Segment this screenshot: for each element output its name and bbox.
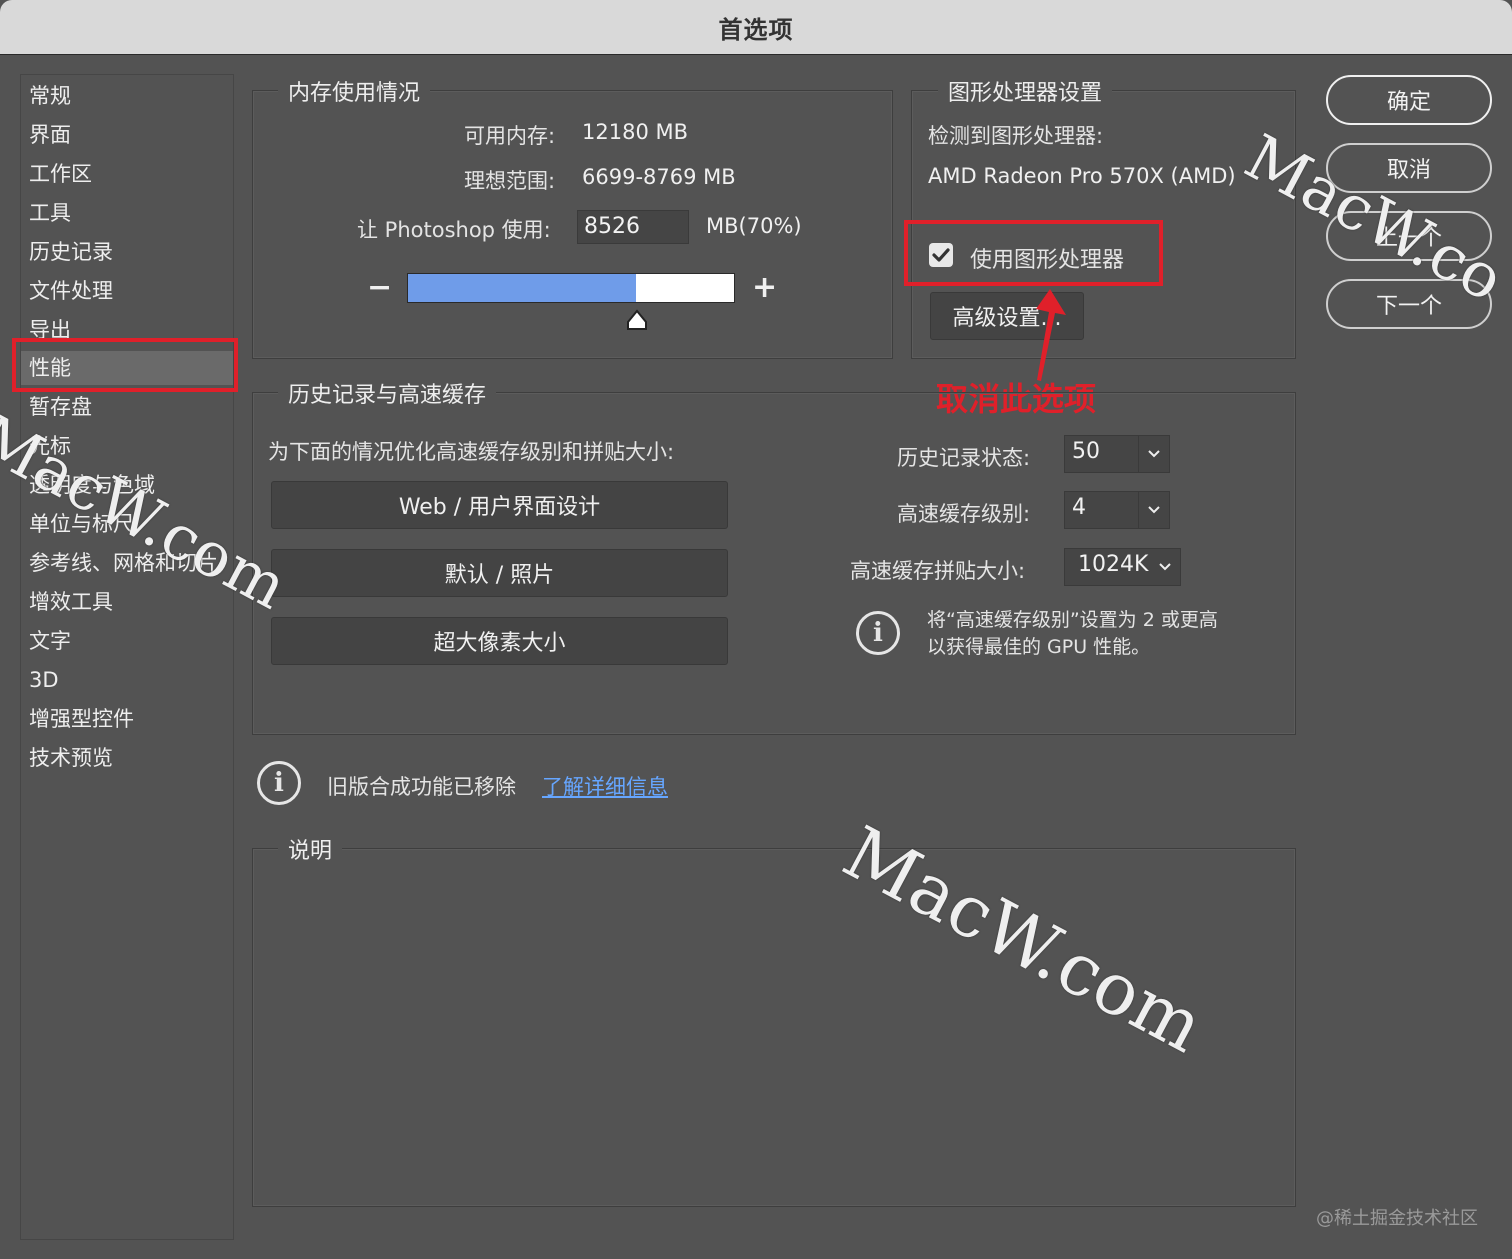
cache-tile-size-select[interactable]: 1024K [1064, 548, 1181, 586]
sidebar-item-plugins[interactable]: 增效工具 [29, 585, 113, 619]
chevron-down-icon [1138, 492, 1169, 528]
sidebar-item-enhanced-controls[interactable]: 增强型控件 [29, 702, 134, 736]
highlight-box-use-gpu [904, 220, 1163, 286]
ideal-range-label: 理想范围: [464, 169, 556, 193]
decrease-memory-button[interactable]: − [367, 270, 392, 305]
sidebar-item-scratch-disks[interactable]: 暂存盘 [29, 390, 92, 424]
gpu-tip-line1: 将“高速缓存级别”设置为 2 或更高 [927, 609, 1218, 631]
sidebar-item-history[interactable]: 历史记录 [29, 235, 113, 269]
sidebar-item-type[interactable]: 文字 [29, 624, 71, 658]
sidebar-item-cursors[interactable]: 光标 [29, 429, 71, 463]
preset-web-ui-button[interactable]: Web / 用户界面设计 [271, 481, 728, 529]
window-title: 首选项 [718, 15, 794, 44]
next-button[interactable]: 下一个 [1326, 279, 1492, 329]
history-states-select[interactable]: 50 [1064, 435, 1170, 473]
sidebar-item-tools[interactable]: 工具 [29, 196, 71, 230]
ideal-range-value: 6699-8769 MB [582, 165, 736, 189]
preset-huge-pixel-button[interactable]: 超大像素大小 [271, 617, 728, 665]
cache-levels-value: 4 [1072, 495, 1086, 520]
preset-default-photo-button[interactable]: 默认 / 照片 [271, 549, 728, 597]
gpu-tip-line2: 以获得最佳的 GPU 性能。 [927, 636, 1151, 658]
memory-amount-input[interactable]: 8526 [577, 210, 689, 244]
memory-usage-title: 内存使用情况 [278, 75, 431, 107]
ok-button[interactable]: 确定 [1326, 75, 1492, 125]
sidebar-item-3d[interactable]: 3D [29, 663, 59, 697]
triangle-thumb-icon[interactable] [626, 309, 648, 331]
info-icon: i [257, 761, 301, 805]
available-memory-value: 12180 MB [582, 120, 689, 144]
sidebar-item-transparency[interactable]: 透明度与色域 [29, 468, 155, 502]
cache-levels-select[interactable]: 4 [1064, 491, 1170, 529]
legacy-removed-text: 旧版合成功能已移除 [327, 775, 516, 799]
gpu-settings-title: 图形处理器设置 [938, 75, 1113, 107]
cancel-button[interactable]: 取消 [1326, 143, 1492, 193]
sidebar-item-interface[interactable]: 界面 [29, 118, 71, 152]
highlight-box-performance [12, 338, 238, 392]
sidebar-item-guides[interactable]: 参考线、网格和切片 [29, 546, 218, 580]
history-cache-title: 历史记录与高速缓存 [278, 377, 497, 409]
available-memory-label: 可用内存: [464, 124, 556, 148]
increase-memory-button[interactable]: + [752, 270, 777, 305]
chevron-down-icon [1138, 436, 1169, 472]
annotation-arrow-icon [1036, 289, 1066, 381]
photoshop-use-label: 让 Photoshop 使用: [357, 218, 551, 242]
memory-slider[interactable] [407, 273, 735, 303]
cache-tile-size-label: 高速缓存拼贴大小: [850, 559, 1026, 583]
history-states-label: 历史记录状态: [897, 446, 1031, 470]
memory-slider-fill [408, 274, 637, 302]
sidebar-item-units[interactable]: 单位与标尺 [29, 507, 134, 541]
sidebar: 常规 界面 工作区 工具 历史记录 文件处理 导出 性能 暂存盘 光标 透明度与… [20, 74, 234, 1240]
chevron-down-icon [1150, 549, 1180, 585]
cache-tile-size-value: 1024K [1078, 552, 1149, 577]
gpu-detected-label: 检测到图形处理器: [928, 124, 1104, 148]
memory-unit-label: MB(70%) [706, 214, 802, 238]
sidebar-item-workspace[interactable]: 工作区 [29, 157, 92, 191]
description-title: 说明 [278, 833, 343, 865]
sidebar-item-tech-previews[interactable]: 技术预览 [29, 741, 113, 775]
cache-levels-label: 高速缓存级别: [897, 502, 1031, 526]
history-states-value: 50 [1072, 439, 1100, 464]
sidebar-item-file-handling[interactable]: 文件处理 [29, 274, 113, 308]
learn-more-link[interactable]: 了解详细信息 [542, 771, 668, 801]
sidebar-item-general[interactable]: 常规 [29, 79, 71, 113]
title-bar: 首选项 [0, 0, 1512, 55]
description-group [252, 848, 1296, 1207]
info-icon: i [856, 611, 900, 655]
gpu-detected-value: AMD Radeon Pro 570X (AMD) [928, 164, 1236, 188]
previous-button[interactable]: 上一个 [1326, 211, 1492, 261]
footer-watermark: @稀土掘金技术社区 [1316, 1208, 1478, 1229]
optimize-label: 为下面的情况优化高速缓存级别和拼贴大小: [268, 440, 675, 464]
